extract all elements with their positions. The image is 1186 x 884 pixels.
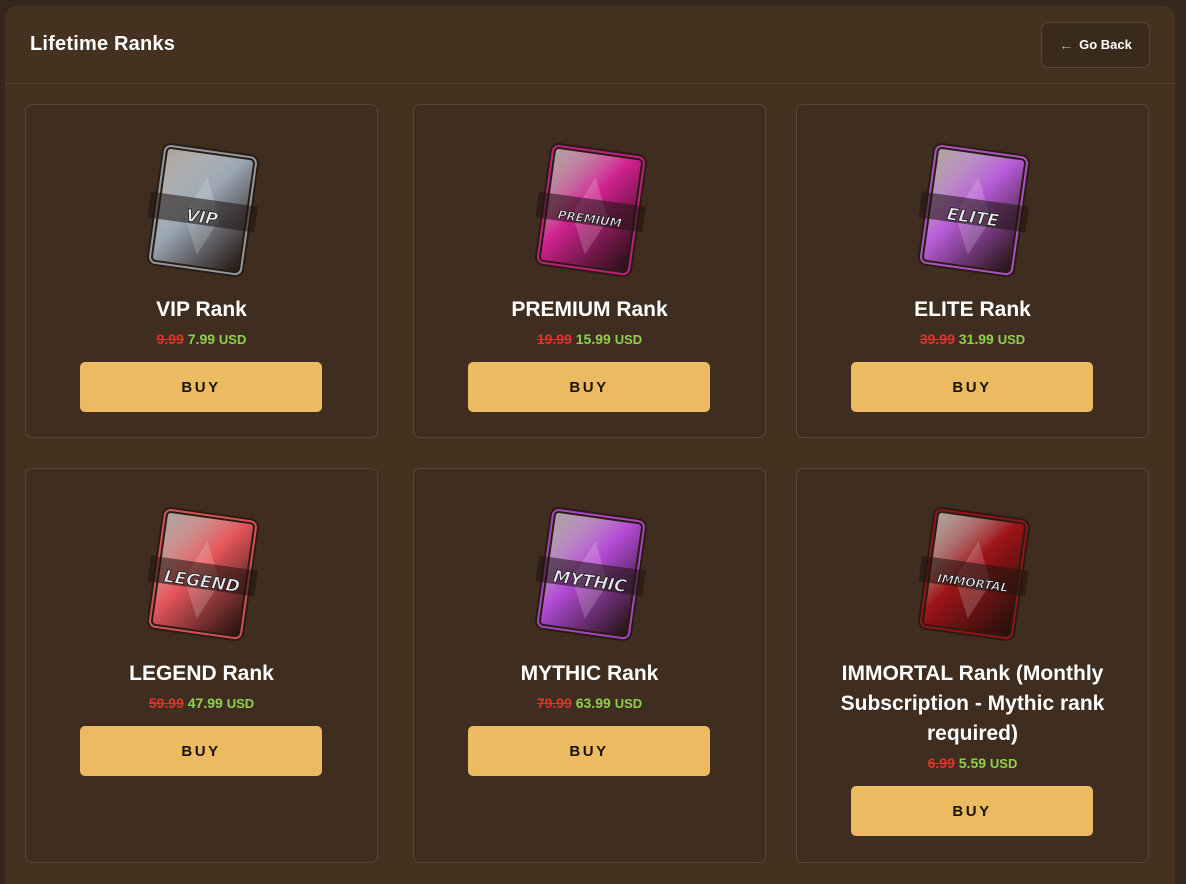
old-price: 9.99 [156,331,184,347]
buy-button[interactable]: BUY [468,362,710,412]
buy-button[interactable]: BUY [851,362,1093,412]
old-price: 39.99 [919,331,955,347]
rank-price: 9.99 7.99 USD [26,331,377,347]
rank-price: 59.99 47.99 USD [26,695,377,711]
currency-label: USD [614,696,643,711]
rank-card: ELITE ELITE Rank 39.99 31.99 USD BUY [796,104,1149,438]
rank-name: MYTHIC Rank [520,662,659,685]
immortal-rank-icon: IMMORTAL [917,507,1030,642]
new-price: 5.59 [958,755,987,771]
new-price: 15.99 [575,331,611,347]
buy-button[interactable]: BUY [80,726,322,776]
buy-button[interactable]: BUY [851,786,1093,836]
rank-card: IMMORTAL IMMORTAL Rank (Monthly Subscript… [796,468,1149,863]
rank-price: 6.99 5.59 USD [797,755,1148,771]
rank-name: ELITE Rank [914,298,1031,321]
rank-card: VIP VIP Rank 9.99 7.99 USD BUY [25,104,378,438]
rank-price: 79.99 63.99 USD [414,695,765,711]
buy-button[interactable]: BUY [80,362,322,412]
new-price: 7.99 [187,331,216,347]
premium-rank-icon: PREMIUM [534,143,647,278]
currency-label: USD [997,332,1026,347]
legend-rank-icon: LEGEND [146,507,259,642]
new-price: 47.99 [187,695,223,711]
rank-price: 19.99 15.99 USD [414,331,765,347]
elite-rank-icon: ELITE [917,143,1030,278]
vip-rank-icon: VIP [146,143,259,278]
currency-label: USD [218,332,247,347]
page-title: Lifetime Ranks [30,33,176,55]
currency-label: USD [614,332,643,347]
rank-price: 39.99 31.99 USD [797,331,1148,347]
panel-header: Lifetime Ranks ← Go Back [5,6,1175,84]
go-back-label: Go Back [1079,37,1132,52]
rank-card: PREMIUM PREMIUM Rank 19.99 15.99 USD BUY [413,104,766,438]
new-price: 63.99 [575,695,611,711]
old-price: 6.99 [927,755,955,771]
buy-button[interactable]: BUY [468,726,710,776]
rank-card: LEGEND LEGEND Rank 59.99 47.99 USD BUY [25,468,378,863]
old-price: 79.99 [536,695,572,711]
rank-card: MYTHIC MYTHIC Rank 79.99 63.99 USD BUY [413,468,766,863]
arrow-left-icon: ← [1059,36,1074,53]
mythic-rank-icon: MYTHIC [534,507,647,642]
new-price: 31.99 [958,331,994,347]
rank-name: VIP Rank [156,298,247,321]
old-price: 19.99 [536,331,572,347]
old-price: 59.99 [148,695,184,711]
rank-name: IMMORTAL Rank (Monthly Subscription - My… [840,662,1105,745]
currency-label: USD [226,696,255,711]
go-back-button[interactable]: ← Go Back [1041,21,1150,68]
currency-label: USD [989,756,1018,771]
rank-name: LEGEND Rank [129,662,274,685]
rank-name: PREMIUM Rank [511,298,668,321]
